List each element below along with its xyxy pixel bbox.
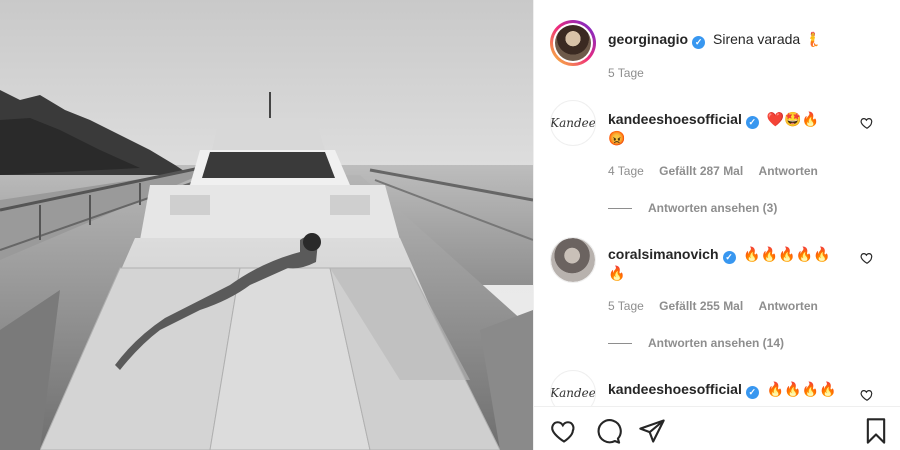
- bookmark-icon[interactable]: [862, 417, 890, 445]
- comment-icon[interactable]: [594, 417, 622, 445]
- verified-badge-icon: ✓: [745, 116, 759, 129]
- view-replies-label: Antworten ansehen (14): [648, 336, 785, 350]
- caption-line: georginagio ✓ Sirena varada 🧜: [608, 30, 853, 49]
- yacht-photo-image: [0, 0, 533, 450]
- comment-time[interactable]: 4 Tage: [608, 164, 644, 178]
- comment-likes[interactable]: Gefällt 255 Mal: [659, 299, 743, 313]
- caption-time[interactable]: 5 Tage: [608, 66, 644, 80]
- comment-text-line2: 🔥: [608, 265, 626, 281]
- comment-like-heart-icon[interactable]: [860, 388, 874, 402]
- comment-text-line2: 😡: [608, 130, 626, 146]
- comment-reply-button[interactable]: Antworten: [759, 164, 818, 178]
- commenter-avatar[interactable]: Kandee: [550, 370, 596, 406]
- comment-likes[interactable]: Gefällt 287 Mal: [659, 164, 743, 178]
- comment-text: ❤️🤩🔥: [766, 111, 820, 127]
- comments-scroll-area[interactable]: georginagio ✓ Sirena varada 🧜 5 Tage Kand…: [534, 0, 900, 406]
- commenter-avatar-text: Kandee: [550, 386, 596, 400]
- commenter-avatar[interactable]: Kandee: [550, 100, 596, 146]
- caption-meta: 5 Tage: [608, 66, 656, 80]
- commenter-avatar-text: Kandee: [550, 116, 596, 130]
- comment-like-heart-icon[interactable]: [860, 116, 874, 130]
- verified-badge-icon: ✓: [722, 251, 736, 264]
- verified-badge-icon: ✓: [692, 36, 706, 49]
- comment-username[interactable]: coralsimanovich: [608, 246, 719, 262]
- comment-username[interactable]: kandeeshoesofficial: [608, 111, 742, 127]
- comments-panel: georginagio ✓ Sirena varada 🧜 5 Tage Kand…: [534, 0, 900, 450]
- post-photo[interactable]: [0, 0, 533, 450]
- comment-like-heart-icon[interactable]: [860, 251, 874, 265]
- comment-line: coralsimanovich ✓ 🔥🔥🔥🔥🔥 🔥: [608, 245, 853, 282]
- comment-meta: 4 Tage Gefällt 287 Mal Antworten: [608, 164, 830, 178]
- heart-icon[interactable]: [550, 417, 578, 445]
- comment-line: kandeeshoesofficial ✓ ❤️🤩🔥 😡: [608, 110, 853, 147]
- view-replies-button[interactable]: Antworten ansehen (14): [608, 336, 784, 350]
- share-icon[interactable]: [638, 417, 666, 445]
- comment-time[interactable]: 5 Tage: [608, 299, 644, 313]
- comment-text: 🔥🔥🔥🔥🔥: [743, 246, 831, 262]
- replies-dash: [608, 208, 632, 210]
- comment-username[interactable]: kandeeshoesofficial: [608, 381, 742, 397]
- post-action-bar: [534, 406, 900, 450]
- comment-text: 🔥🔥🔥🔥: [766, 381, 837, 397]
- caption-text: Sirena varada 🧜: [713, 31, 822, 47]
- view-replies-button[interactable]: Antworten ansehen (3): [608, 201, 777, 215]
- comment-meta: 5 Tage Gefällt 255 Mal Antworten: [608, 299, 830, 313]
- view-replies-label: Antworten ansehen (3): [648, 201, 778, 215]
- comment-reply-button[interactable]: Antworten: [759, 299, 818, 313]
- verified-badge-icon: ✓: [745, 386, 759, 399]
- comment-line: kandeeshoesofficial ✓ 🔥🔥🔥🔥: [608, 380, 853, 399]
- author-avatar[interactable]: [550, 20, 596, 66]
- replies-dash: [608, 343, 632, 345]
- author-username[interactable]: georginagio: [608, 31, 688, 47]
- commenter-avatar[interactable]: [550, 237, 596, 283]
